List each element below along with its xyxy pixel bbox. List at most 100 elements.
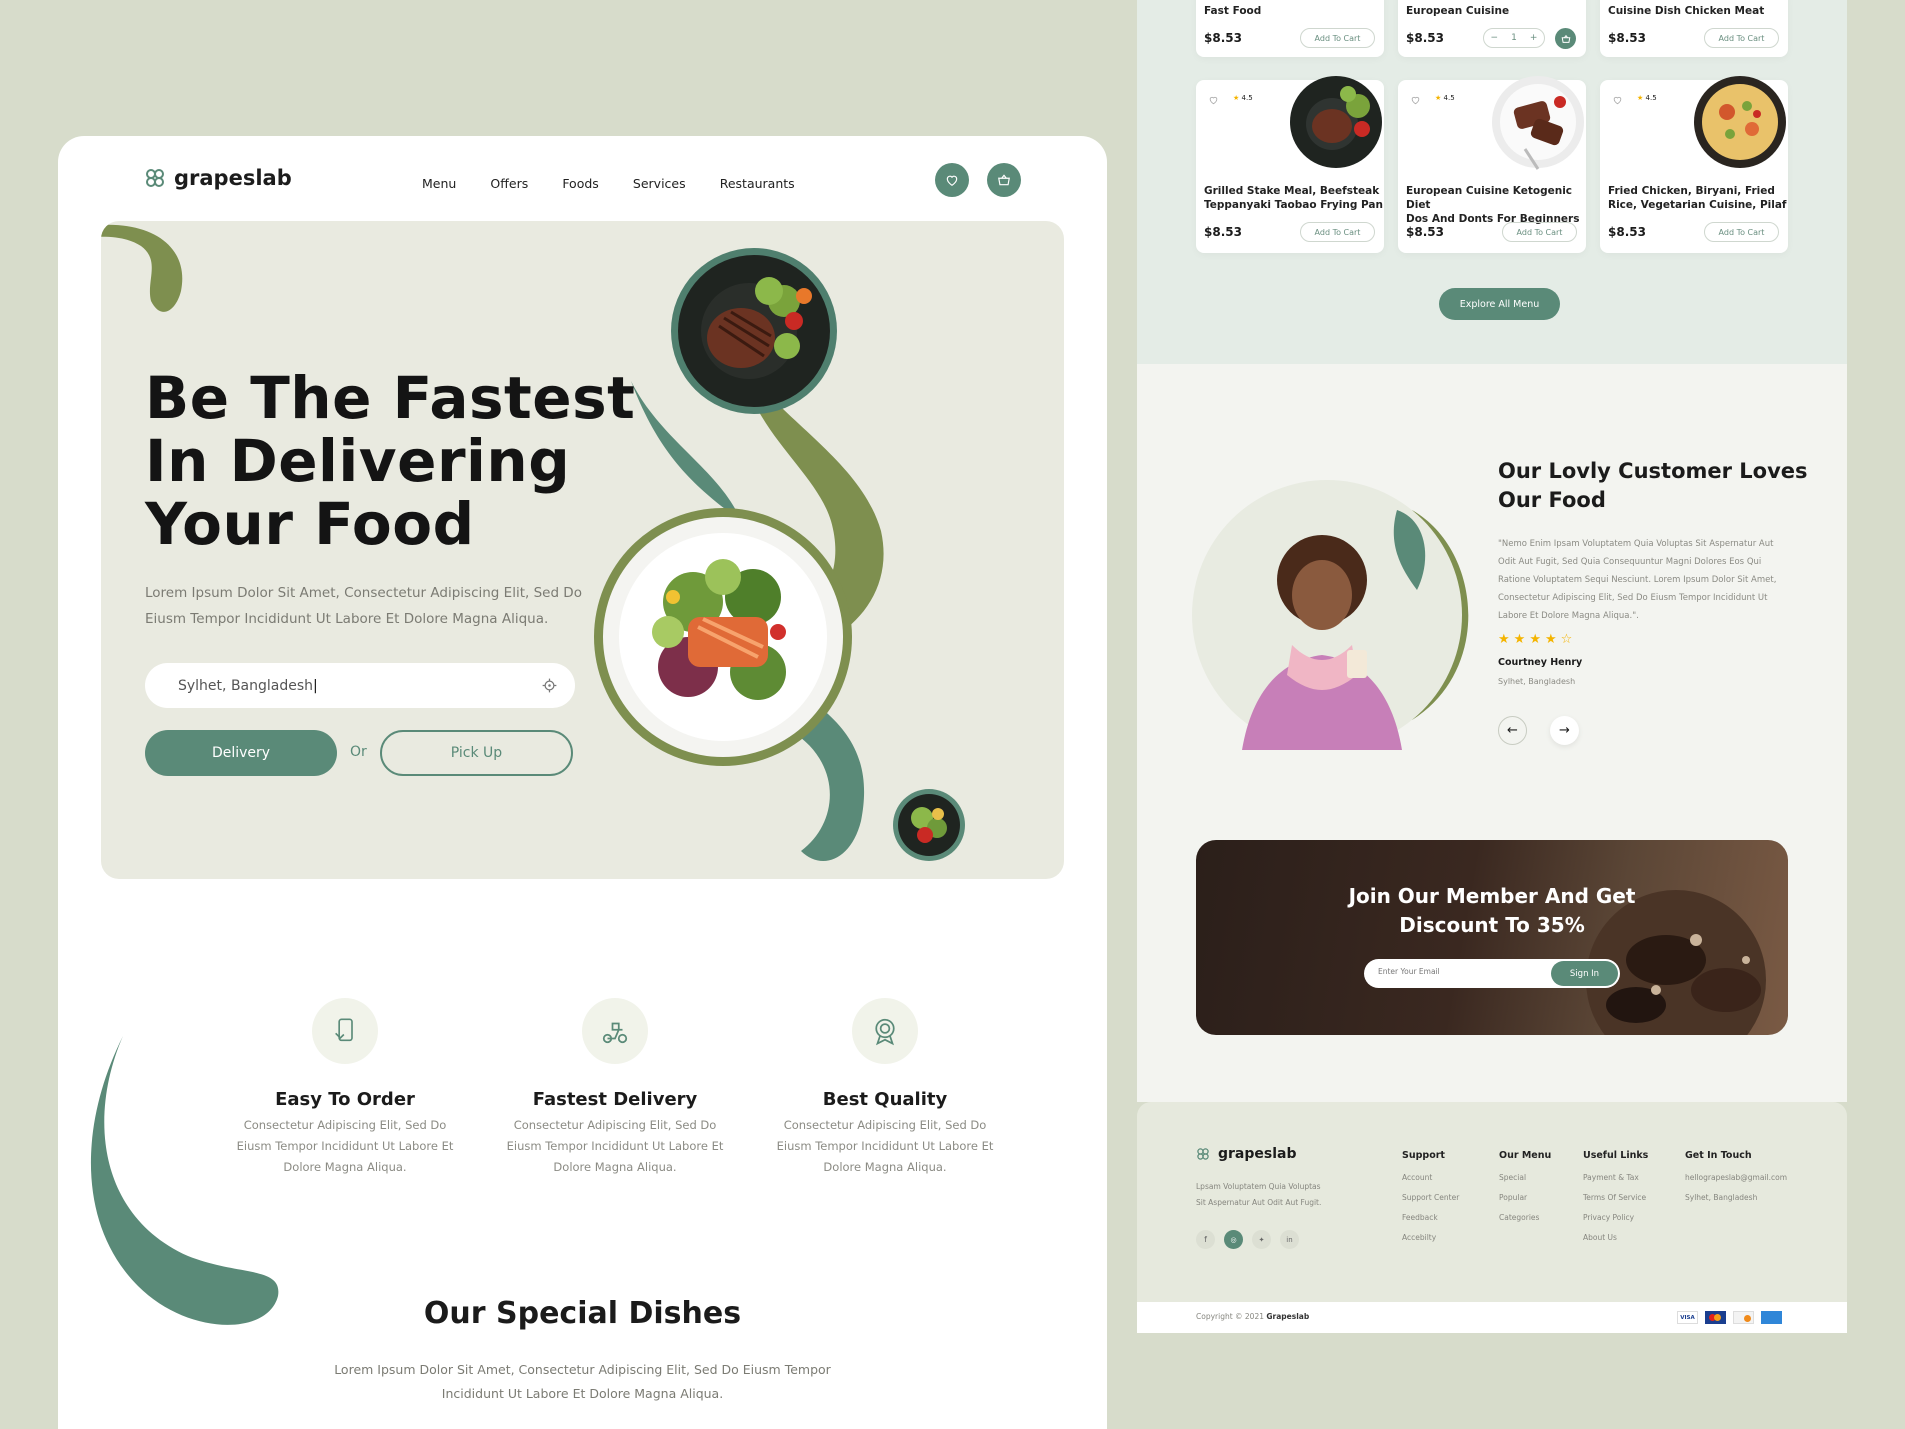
star-icon: ★ [1637, 94, 1644, 102]
footer-link[interactable]: Feedback [1402, 1213, 1459, 1222]
heart-icon[interactable] [1208, 95, 1219, 105]
increment-button[interactable]: + [1530, 33, 1538, 43]
brand-logo[interactable]: grapeslab [144, 166, 292, 190]
footer-link[interactable]: Categories [1499, 1213, 1551, 1222]
dish-price: $8.53 [1204, 225, 1242, 239]
email-placeholder: Enter Your Email [1378, 967, 1440, 976]
location-input[interactable]: Sylhet, Bangladesh | [145, 663, 575, 708]
testimonial-title: Our Lovly Customer Loves Our Food [1498, 459, 1808, 512]
or-label: Or [350, 744, 367, 760]
menu-card-cuisine-chicken[interactable]: Cuisine Dish Chicken Meat $8.53 Add To C… [1600, 0, 1788, 57]
nav-restaurants[interactable]: Restaurants [720, 176, 795, 191]
delivery-button[interactable]: Delivery [145, 730, 337, 776]
dish-price: $8.53 [1608, 225, 1646, 239]
footer-col-useful-links: Useful Links Payment & Tax Terms Of Serv… [1583, 1150, 1648, 1253]
wishlist-button[interactable] [935, 163, 969, 197]
hero-title-line1: Be The Fastest [145, 364, 636, 432]
footer-col-title: Our Menu [1499, 1150, 1552, 1161]
add-to-cart-button[interactable]: Add To Cart [1704, 28, 1779, 48]
newsletter-title: Join Our Member And Get Discount To 35% [1348, 884, 1636, 937]
feature-title: Best Quality [822, 1089, 948, 1110]
phone-order-icon [335, 1018, 353, 1042]
menu-card-european-cuisine[interactable]: European Cuisine $8.53 − 1 + [1398, 0, 1586, 57]
heart-icon[interactable] [1410, 95, 1421, 105]
footer-link[interactable]: Privacy Policy [1583, 1213, 1648, 1222]
footer-link[interactable]: Accebilty [1402, 1233, 1459, 1242]
brand-name: grapeslab [174, 166, 292, 190]
copyright: Copyright © 2021 Grapeslab [1196, 1312, 1310, 1321]
shopping-basket-icon [998, 174, 1010, 186]
testimonial-quote: "Nemo Enim Ipsam Voluptatem Quia Volupta… [1498, 539, 1777, 621]
instagram-icon[interactable]: ◎ [1224, 1230, 1243, 1249]
add-to-cart-button[interactable]: Add To Cart [1300, 222, 1375, 242]
hero-title-line2: In Delivering [145, 427, 571, 495]
rating: ★ 4.5 [1435, 94, 1455, 102]
social-links: f ◎ ✦ in [1196, 1230, 1299, 1249]
quantity-value: 1 [1511, 33, 1517, 43]
star-icon: ★ [1544, 632, 1561, 647]
customer-location: Sylhet, Bangladesh [1498, 677, 1576, 686]
pickup-button[interactable]: Pick Up [380, 730, 573, 776]
twitter-icon[interactable]: ✦ [1252, 1230, 1271, 1249]
hero-subtitle-line1: Lorem Ipsum Dolor Sit Amet, Consectetur … [145, 585, 582, 601]
add-to-cart-button[interactable]: Add To Cart [1300, 28, 1375, 48]
linkedin-icon[interactable]: in [1280, 1230, 1299, 1249]
landing-page-right: Fast Food $8.53 Add To Cart European Cui… [1137, 0, 1847, 1333]
location-value: Sylhet, Bangladesh [178, 677, 314, 694]
nav-services[interactable]: Services [633, 176, 686, 191]
menu-card-fast-food[interactable]: Fast Food $8.53 Add To Cart [1196, 0, 1384, 57]
dish-name: Cuisine Dish Chicken Meat [1608, 5, 1765, 17]
grape-logo-icon [146, 169, 164, 187]
star-icon: ★ [1529, 632, 1545, 647]
ketogenic-dish-image [1492, 76, 1584, 170]
footer-link[interactable]: Terms Of Service [1583, 1193, 1648, 1202]
nav-menu[interactable]: Menu [422, 176, 456, 191]
hero-title-line3: Your Food [145, 490, 475, 558]
hero-subtitle-line2: Eiusm Tempor Incididunt Ut Labore Et Dol… [145, 611, 549, 627]
footer-col-contact: Get In Touch hellograpeslab@gmail.com Sy… [1685, 1150, 1787, 1213]
footer-link[interactable]: Support Center [1402, 1193, 1459, 1202]
cart-added-button[interactable] [1555, 28, 1576, 49]
decrement-button[interactable]: − [1491, 33, 1499, 43]
dish-name: Fried Chicken, Biryani, Fried Rice, Veget… [1608, 185, 1787, 211]
contact-address: Sylhet, Bangladesh [1685, 1193, 1758, 1202]
footer-link[interactable]: Payment & Tax [1583, 1173, 1648, 1182]
explore-all-menu-button[interactable]: Explore All Menu [1439, 288, 1560, 320]
steak-plate-image [671, 248, 837, 414]
contact-email[interactable]: hellograpeslab@gmail.com [1685, 1173, 1787, 1182]
menu-card-fried-chicken-biryani[interactable]: ★ 4.5 Fried Chicken, Biryani, Fried Rice,… [1600, 76, 1788, 253]
footer-link[interactable]: Popular [1499, 1193, 1551, 1202]
footer-link[interactable]: About Us [1583, 1233, 1648, 1242]
footer-col-support: Support Account Support Center Feedback … [1402, 1150, 1459, 1253]
feature-easy-to-order: Easy To Order Consectetur Adipiscing Eli… [215, 998, 475, 1178]
footer-col-menu: Our Menu Special Popular Categories [1499, 1150, 1551, 1233]
prev-arrow-icon[interactable]: ← [1498, 716, 1527, 745]
feature-desc: Consectetur Adipiscing Elit, Sed Do Eiusm… [236, 1118, 454, 1174]
footer-link[interactable]: Account [1402, 1173, 1459, 1182]
steak-dish-image [1290, 76, 1382, 168]
sign-in-button[interactable]: Sign In [1551, 961, 1618, 986]
add-to-cart-button[interactable]: Add To Cart [1704, 222, 1779, 242]
dish-price: $8.53 [1406, 31, 1444, 45]
dish-price: $8.53 [1608, 31, 1646, 45]
heart-icon[interactable] [1612, 95, 1623, 105]
feature-best-quality: Best Quality Consectetur Adipiscing Elit… [755, 998, 1015, 1178]
rating: ★ 4.5 [1233, 94, 1253, 102]
cart-button[interactable] [987, 163, 1021, 197]
locate-icon[interactable] [542, 678, 557, 693]
nav-offers[interactable]: Offers [490, 176, 528, 191]
special-dishes-desc: Lorem Ipsum Dolor Sit Amet, Consectetur … [334, 1362, 831, 1401]
nav-foods[interactable]: Foods [562, 176, 599, 191]
footer-logo[interactable]: grapeslab [1196, 1146, 1297, 1162]
facebook-icon[interactable]: f [1196, 1230, 1215, 1249]
feature-title: Fastest Delivery [532, 1089, 698, 1110]
menu-card-grilled-steak[interactable]: ★ 4.5 Grilled Stake Meal, Beefsteak Teppa… [1196, 76, 1384, 253]
add-to-cart-button[interactable]: Add To Cart [1502, 222, 1577, 242]
footer-link[interactable]: Special [1499, 1173, 1551, 1182]
menu-card-european-ketogenic[interactable]: ★ 4.5 European Cuisine Ketogenic Diet Dos… [1398, 76, 1586, 253]
next-arrow-icon[interactable]: → [1550, 716, 1579, 745]
feature-icon-wrap [852, 998, 918, 1064]
star-icon: ★ [1233, 94, 1240, 102]
email-input[interactable]: Enter Your Email Sign In [1364, 959, 1620, 988]
quantity-stepper[interactable]: − 1 + [1483, 28, 1545, 48]
